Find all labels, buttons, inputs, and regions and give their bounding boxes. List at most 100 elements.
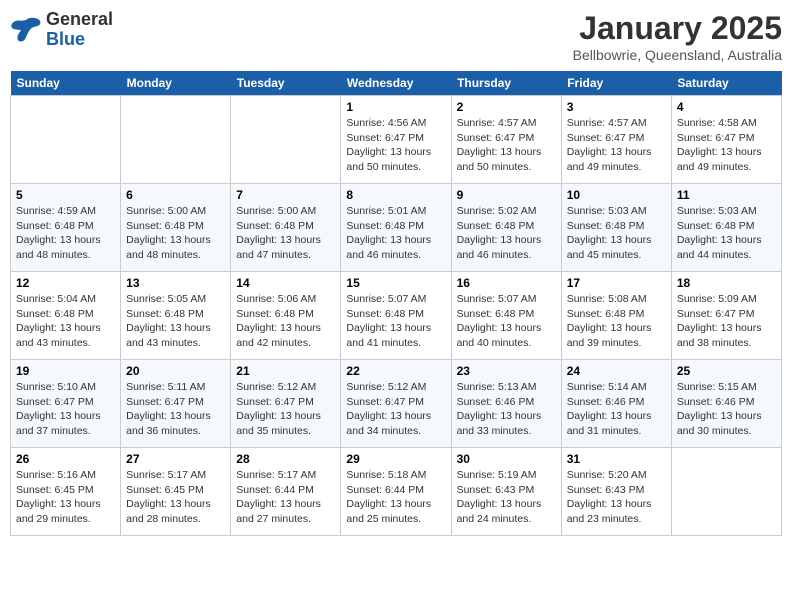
calendar-cell: 6Sunrise: 5:00 AMSunset: 6:48 PMDaylight… <box>121 184 231 272</box>
day-number: 26 <box>16 452 115 466</box>
day-number: 29 <box>346 452 445 466</box>
day-number: 1 <box>346 100 445 114</box>
day-number: 14 <box>236 276 335 290</box>
calendar-cell: 16 Sunrise: 5:07 AMSunset: 6:48 PMDayligh… <box>451 272 561 360</box>
calendar-cell: 30 Sunrise: 5:19 AMSunset: 6:43 PMDayligh… <box>451 448 561 536</box>
day-info: Sunrise: 4:58 AMSunset: 6:47 PMDaylight:… <box>677 116 776 175</box>
calendar-cell: 29 Sunrise: 5:18 AMSunset: 6:44 PMDayligh… <box>341 448 451 536</box>
day-info: Sunrise: 5:17 AMSunset: 6:44 PMDaylight:… <box>236 468 335 527</box>
day-info: Sunrise: 5:07 AMSunset: 6:48 PMDaylight:… <box>457 292 556 351</box>
weekday-header-monday: Monday <box>121 71 231 96</box>
calendar-cell: 7 Sunrise: 5:00 AMSunset: 6:48 PMDaylight… <box>231 184 341 272</box>
weekday-header-friday: Friday <box>561 71 671 96</box>
weekday-header-saturday: Saturday <box>671 71 781 96</box>
day-info: Sunrise: 5:18 AMSunset: 6:44 PMDaylight:… <box>346 468 445 527</box>
day-info: Sunrise: 5:07 AMSunset: 6:48 PMDaylight:… <box>346 292 445 351</box>
calendar-cell <box>121 96 231 184</box>
calendar-cell: 15 Sunrise: 5:07 AMSunset: 6:48 PMDayligh… <box>341 272 451 360</box>
day-number: 18 <box>677 276 776 290</box>
calendar-cell: 14 Sunrise: 5:06 AMSunset: 6:48 PMDayligh… <box>231 272 341 360</box>
calendar-cell: 25 Sunrise: 5:15 AMSunset: 6:46 PMDayligh… <box>671 360 781 448</box>
calendar-cell: 26Sunrise: 5:16 AMSunset: 6:45 PMDayligh… <box>11 448 121 536</box>
calendar-cell: 31Sunrise: 5:20 AMSunset: 6:43 PMDayligh… <box>561 448 671 536</box>
day-info: Sunrise: 5:03 AMSunset: 6:48 PMDaylight:… <box>567 204 666 263</box>
day-number: 9 <box>457 188 556 202</box>
day-number: 2 <box>457 100 556 114</box>
calendar-cell <box>671 448 781 536</box>
day-info: Sunrise: 5:06 AMSunset: 6:48 PMDaylight:… <box>236 292 335 351</box>
calendar-week-3: 12 Sunrise: 5:04 AMSunset: 6:48 PMDayligh… <box>11 272 782 360</box>
day-number: 22 <box>346 364 445 378</box>
day-number: 7 <box>236 188 335 202</box>
logo-text: General Blue <box>46 10 113 50</box>
day-info: Sunrise: 5:01 AMSunset: 6:48 PMDaylight:… <box>346 204 445 263</box>
weekday-header-row: SundayMondayTuesdayWednesdayThursdayFrid… <box>11 71 782 96</box>
logo-bird-icon <box>10 16 42 44</box>
calendar-cell <box>11 96 121 184</box>
day-number: 13 <box>126 276 225 290</box>
calendar-cell: 19 Sunrise: 5:10 AMSunset: 6:47 PMDayligh… <box>11 360 121 448</box>
day-number: 3 <box>567 100 666 114</box>
title-section: January 2025 Bellbowrie, Queensland, Aus… <box>573 10 782 63</box>
day-info: Sunrise: 5:08 AMSunset: 6:48 PMDaylight:… <box>567 292 666 351</box>
day-info: Sunrise: 5:00 AMSunset: 6:48 PMDaylight:… <box>236 204 335 263</box>
logo-general: General <box>46 9 113 29</box>
day-info: Sunrise: 5:15 AMSunset: 6:46 PMDaylight:… <box>677 380 776 439</box>
day-number: 17 <box>567 276 666 290</box>
calendar-week-2: 5 Sunrise: 4:59 AMSunset: 6:48 PMDaylight… <box>11 184 782 272</box>
day-info: Sunrise: 5:19 AMSunset: 6:43 PMDaylight:… <box>457 468 556 527</box>
day-info: Sunrise: 4:56 AMSunset: 6:47 PMDaylight:… <box>346 116 445 175</box>
day-number: 28 <box>236 452 335 466</box>
logo-blue: Blue <box>46 29 85 49</box>
calendar-cell: 17 Sunrise: 5:08 AMSunset: 6:48 PMDayligh… <box>561 272 671 360</box>
calendar-cell: 10 Sunrise: 5:03 AMSunset: 6:48 PMDayligh… <box>561 184 671 272</box>
calendar-cell <box>231 96 341 184</box>
day-info: Sunrise: 5:03 AMSunset: 6:48 PMDaylight:… <box>677 204 776 263</box>
weekday-header-sunday: Sunday <box>11 71 121 96</box>
day-number: 15 <box>346 276 445 290</box>
day-info: Sunrise: 5:20 AMSunset: 6:43 PMDaylight:… <box>567 468 666 527</box>
day-number: 27 <box>126 452 225 466</box>
day-number: 10 <box>567 188 666 202</box>
weekday-header-wednesday: Wednesday <box>341 71 451 96</box>
day-number: 5 <box>16 188 115 202</box>
page-header: General Blue January 2025 Bellbowrie, Qu… <box>10 10 782 63</box>
calendar-week-5: 26Sunrise: 5:16 AMSunset: 6:45 PMDayligh… <box>11 448 782 536</box>
calendar-cell: 1 Sunrise: 4:56 AMSunset: 6:47 PMDaylight… <box>341 96 451 184</box>
day-info: Sunrise: 4:59 AMSunset: 6:48 PMDaylight:… <box>16 204 115 263</box>
day-info: Sunrise: 5:12 AMSunset: 6:47 PMDaylight:… <box>236 380 335 439</box>
calendar-cell: 24Sunrise: 5:14 AMSunset: 6:46 PMDayligh… <box>561 360 671 448</box>
calendar-cell: 27 Sunrise: 5:17 AMSunset: 6:45 PMDayligh… <box>121 448 231 536</box>
day-info: Sunrise: 5:04 AMSunset: 6:48 PMDaylight:… <box>16 292 115 351</box>
day-number: 21 <box>236 364 335 378</box>
day-number: 25 <box>677 364 776 378</box>
calendar-table: SundayMondayTuesdayWednesdayThursdayFrid… <box>10 71 782 536</box>
day-info: Sunrise: 5:00 AMSunset: 6:48 PMDaylight:… <box>126 204 225 263</box>
day-number: 23 <box>457 364 556 378</box>
calendar-subtitle: Bellbowrie, Queensland, Australia <box>573 47 782 63</box>
calendar-cell: 21 Sunrise: 5:12 AMSunset: 6:47 PMDayligh… <box>231 360 341 448</box>
calendar-cell: 9Sunrise: 5:02 AMSunset: 6:48 PMDaylight… <box>451 184 561 272</box>
calendar-header: SundayMondayTuesdayWednesdayThursdayFrid… <box>11 71 782 96</box>
calendar-week-4: 19 Sunrise: 5:10 AMSunset: 6:47 PMDayligh… <box>11 360 782 448</box>
day-number: 11 <box>677 188 776 202</box>
logo: General Blue <box>10 10 113 50</box>
calendar-week-1: 1 Sunrise: 4:56 AMSunset: 6:47 PMDaylight… <box>11 96 782 184</box>
day-number: 19 <box>16 364 115 378</box>
weekday-header-tuesday: Tuesday <box>231 71 341 96</box>
day-number: 4 <box>677 100 776 114</box>
day-number: 12 <box>16 276 115 290</box>
calendar-cell: 22Sunrise: 5:12 AMSunset: 6:47 PMDayligh… <box>341 360 451 448</box>
calendar-cell: 12 Sunrise: 5:04 AMSunset: 6:48 PMDayligh… <box>11 272 121 360</box>
calendar-body: 1 Sunrise: 4:56 AMSunset: 6:47 PMDaylight… <box>11 96 782 536</box>
calendar-cell: 5 Sunrise: 4:59 AMSunset: 6:48 PMDaylight… <box>11 184 121 272</box>
day-info: Sunrise: 5:10 AMSunset: 6:47 PMDaylight:… <box>16 380 115 439</box>
day-number: 16 <box>457 276 556 290</box>
calendar-cell: 23Sunrise: 5:13 AMSunset: 6:46 PMDayligh… <box>451 360 561 448</box>
day-number: 30 <box>457 452 556 466</box>
day-info: Sunrise: 4:57 AMSunset: 6:47 PMDaylight:… <box>457 116 556 175</box>
day-info: Sunrise: 5:09 AMSunset: 6:47 PMDaylight:… <box>677 292 776 351</box>
day-info: Sunrise: 5:17 AMSunset: 6:45 PMDaylight:… <box>126 468 225 527</box>
calendar-cell: 4 Sunrise: 4:58 AMSunset: 6:47 PMDaylight… <box>671 96 781 184</box>
day-number: 24 <box>567 364 666 378</box>
